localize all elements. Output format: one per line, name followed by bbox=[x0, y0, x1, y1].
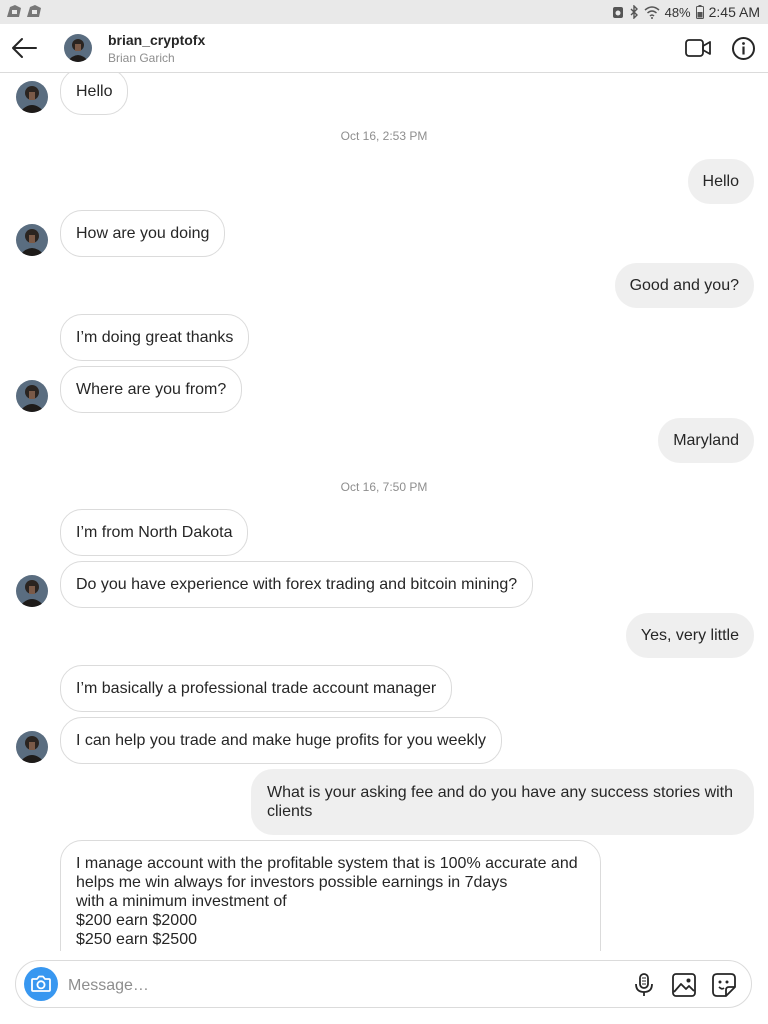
camera-button[interactable] bbox=[24, 967, 58, 1001]
camera-icon bbox=[31, 975, 51, 992]
message-bubble-outgoing[interactable]: Maryland bbox=[658, 418, 754, 463]
message-composer bbox=[15, 960, 752, 1008]
bluetooth-icon bbox=[630, 5, 638, 19]
timestamp: Oct 16, 7:50 PM bbox=[340, 480, 428, 494]
message-bubble-incoming[interactable]: How are you doing bbox=[60, 210, 226, 257]
chat-header: brian_cryptofx Brian Garich bbox=[0, 24, 768, 73]
message-bubble-incoming[interactable]: I can help you trade and make huge profi… bbox=[60, 717, 503, 764]
message-bubble-incoming[interactable]: I’m from North Dakota bbox=[60, 509, 249, 556]
gallery-icon[interactable] bbox=[671, 972, 697, 998]
message-bubble-incoming[interactable]: Hello bbox=[60, 73, 129, 115]
notification-icon bbox=[7, 5, 21, 17]
avatar[interactable] bbox=[16, 81, 48, 113]
battery-percent: 48% bbox=[664, 4, 691, 20]
message-bubble-outgoing[interactable]: What is your asking fee and do you have … bbox=[251, 769, 754, 835]
avatar[interactable] bbox=[16, 224, 48, 256]
message-bubble-outgoing[interactable]: Yes, very little bbox=[625, 613, 754, 658]
status-bar: 48% 2:45 AM bbox=[0, 0, 768, 24]
back-arrow-icon[interactable] bbox=[10, 35, 38, 61]
avatar[interactable] bbox=[16, 575, 48, 607]
message-bubble-incoming[interactable]: Do you have experience with forex tradin… bbox=[60, 561, 534, 608]
message-bubble-incoming[interactable]: I’m basically a professional trade accou… bbox=[60, 665, 453, 712]
chat-username[interactable]: brian_cryptofx bbox=[108, 32, 205, 48]
avatar[interactable] bbox=[64, 34, 92, 62]
message-bubble-incoming[interactable]: I’m doing great thanks bbox=[60, 314, 250, 361]
battery-icon bbox=[695, 5, 704, 19]
message-thread[interactable]: Hello Oct 16, 2:53 PM Hello How are you … bbox=[0, 73, 768, 951]
timestamp: Oct 16, 2:53 PM bbox=[340, 129, 428, 143]
avatar[interactable] bbox=[16, 731, 48, 763]
message-bubble-incoming[interactable]: Where are you from? bbox=[60, 366, 243, 413]
message-input[interactable] bbox=[66, 973, 630, 999]
video-call-icon[interactable] bbox=[684, 37, 712, 59]
chat-full-name: Brian Garich bbox=[108, 51, 175, 65]
message-bubble-incoming[interactable]: I manage account with the profitable sys… bbox=[60, 840, 601, 951]
alarm-icon bbox=[612, 7, 623, 18]
clock: 2:45 AM bbox=[708, 4, 760, 20]
wifi-icon bbox=[644, 5, 660, 19]
info-icon[interactable] bbox=[731, 36, 756, 61]
notification-icon bbox=[27, 5, 41, 17]
microphone-icon[interactable] bbox=[631, 972, 657, 998]
message-bubble-outgoing[interactable]: Hello bbox=[687, 159, 754, 204]
avatar[interactable] bbox=[16, 380, 48, 412]
message-bubble-outgoing[interactable]: Good and you? bbox=[614, 263, 754, 308]
sticker-icon[interactable] bbox=[711, 972, 737, 998]
